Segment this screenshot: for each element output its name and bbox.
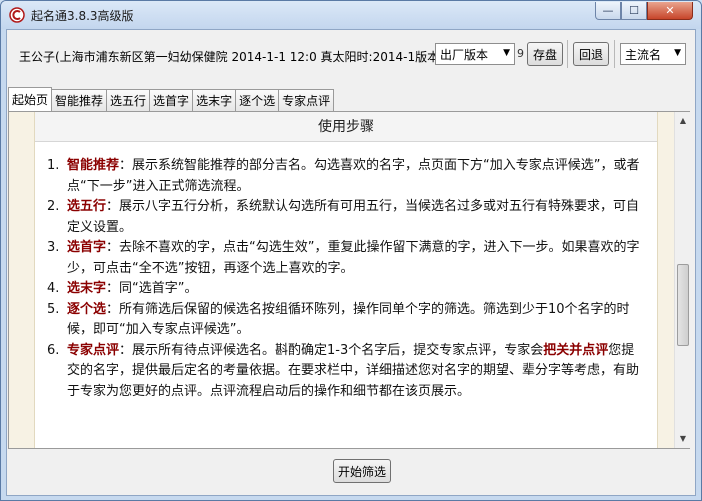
app-window: 起名通3.8.3高级版 — ☐ ✕ 王公子(上海市浦东新区第一妇幼保健院 201… [0,0,702,501]
toolbar: 王公子(上海市浦东新区第一妇幼保健院 2014-1-1 12:0 真太阳时:20… [7,30,695,84]
tab-last-char[interactable]: 选末字 [192,89,237,111]
app-logo-icon [9,7,25,23]
content-panel: 使用步骤 1. 智能推荐：展示系统智能推荐的部分吉名。勾选喜欢的名字，点页面下方“… [8,111,691,449]
name-style-select-value: 主流名 [625,47,662,62]
list-item: 1. 智能推荐：展示系统智能推荐的部分吉名。勾选喜欢的名字，点页面下方“加入专家点… [47,158,640,194]
tab-start-page[interactable]: 起始页 [8,87,53,111]
title-bar[interactable]: 起名通3.8.3高级版 — ☐ ✕ [1,1,701,29]
tab-five-elements[interactable]: 选五行 [106,89,151,111]
scroll-down-arrow-icon[interactable]: ▼ [675,430,691,447]
birth-info-text: 王公子(上海市浦东新区第一妇幼保健院 2014-1-1 12:0 真太阳时:20… [19,50,439,64]
steps-list: 1. 智能推荐：展示系统智能推荐的部分吉名。勾选喜欢的名字，点页面下方“加入专家点… [35,142,657,402]
version-select-value: 出厂版本 [440,47,489,62]
start-filter-button[interactable]: 开始筛选 [333,459,391,483]
chevron-down-icon: ▼ [674,48,681,58]
vertical-scrollbar[interactable]: ▲ ▼ [674,112,691,448]
tab-first-char[interactable]: 选首字 [149,89,194,111]
tab-expert-review[interactable]: 专家点评 [278,89,335,111]
undo-button[interactable]: 回退 [573,42,609,66]
minimize-button[interactable]: — [595,2,621,20]
list-item: 2. 选五行：展示八字五行分析，系统默认勾选所有可用五行，当候选名过多或对五行有特… [47,199,640,235]
list-item: 3. 选首字：去除不喜欢的字，点击“勾选生效”，重复此操作留下满意的字，进入下一步… [47,240,640,276]
maximize-button[interactable]: ☐ [621,2,647,20]
scroll-thumb[interactable] [677,264,689,346]
tab-one-by-one[interactable]: 逐个选 [235,89,280,111]
truncated-text: 9 [517,47,524,60]
client-area: 王公子(上海市浦东新区第一妇幼保健院 2014-1-1 12:0 真太阳时:20… [6,29,696,496]
scroll-up-arrow-icon[interactable]: ▲ [675,112,691,129]
chevron-down-icon: ▼ [503,48,510,58]
save-button[interactable]: 存盘 [527,42,563,66]
window-title: 起名通3.8.3高级版 [31,9,134,23]
section-title: 使用步骤 [35,112,657,142]
toolbar-divider [567,40,568,68]
list-item: 5. 逐个选：所有筛选后保留的候选名按组循环陈列，操作同单个字的筛选。筛选到少于1… [47,301,630,338]
instructions-page: 使用步骤 1. 智能推荐：展示系统智能推荐的部分吉名。勾选喜欢的名字，点页面下方“… [34,112,658,448]
tab-smart-recommend[interactable]: 智能推荐 [51,89,108,111]
name-style-select[interactable]: 主流名 ▼ [620,43,686,65]
close-button[interactable]: ✕ [647,2,693,20]
list-item: 6. 专家点评：展示所有待点评候选名。斟酌确定1-3个名字后，提交专家点评，专家会… [47,342,640,399]
version-select[interactable]: 出厂版本 ▼ [435,43,515,65]
tab-bar: 起始页 智能推荐 选五行 选首字 选末字 逐个选 专家点评 [8,87,335,111]
list-item: 4. 选末字：同“选首字”。 [47,281,198,296]
toolbar-divider [614,40,615,68]
